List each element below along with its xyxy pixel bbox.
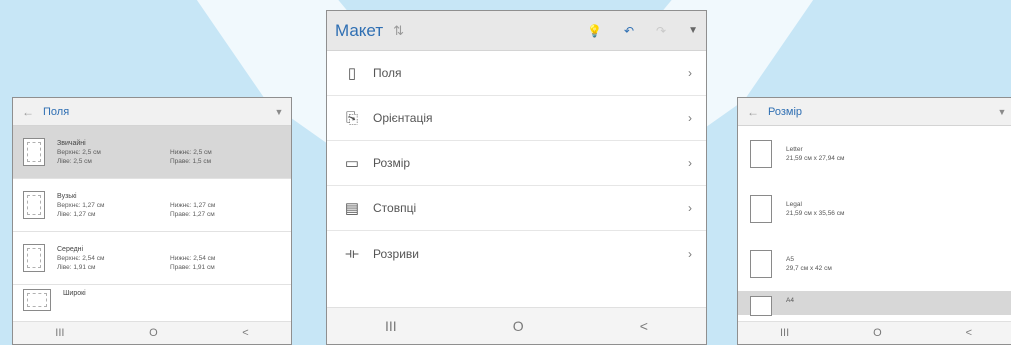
android-nav-bar: III O < [738,321,1011,344]
back-button[interactable]: < [242,327,248,339]
margin-option-moderate[interactable]: Середні Верхнє: 2,54 см Ліве: 1,91 см Ни… [13,232,291,285]
margin-preview-icon [23,138,45,166]
home-button[interactable]: O [149,327,158,339]
page-size-preview-icon [750,194,772,223]
menu-item-label: Стовпці [373,201,417,215]
margin-right: Праве: 1,27 см [170,210,215,218]
margin-option-normal[interactable]: Звичайні Верхнє: 2,5 см Ліве: 2,5 см Ниж… [13,126,291,179]
swap-icon[interactable]: ⇅ [393,23,404,39]
size-header: ← Розмір ▼ [738,98,1011,126]
size-name: A4 [786,297,794,304]
margin-name: Звичайні [57,139,86,147]
page-size-preview-icon [750,249,772,278]
margin-top: Верхнє: 1,27 см [57,201,105,209]
android-nav-bar: III O < [327,307,706,344]
margin-preview-icon [23,289,51,311]
chevron-right-icon: › [688,156,692,170]
layout-header: Макет ⇅ 💡 ↶ ↷ ▼ [327,11,706,51]
orientation-icon: ⎘ [345,109,358,127]
android-nav-bar: III O < [13,321,291,344]
chevron-right-icon: › [688,246,692,261]
chevron-down-icon[interactable]: ▼ [267,107,291,117]
menu-item-label: Поля [373,66,402,80]
margin-left: Ліве: 2,5 см [57,157,92,165]
page-size-icon: ▭ [344,155,360,172]
margins-icon: ▯ [347,65,357,82]
recent-apps-button[interactable]: III [780,327,789,339]
margin-bottom: Нижнє: 1,27 см [170,201,216,209]
margin-name: Широкі [63,290,86,297]
margin-left: Ліве: 1,27 см [57,210,96,218]
margin-preview-icon [23,191,45,219]
menu-item-breaks[interactable]: ⟛ Розриви › [327,231,706,276]
home-button[interactable]: O [873,327,882,339]
layout-title: Макет [335,20,384,40]
margin-top: Верхнє: 2,54 см [57,254,105,262]
margin-preview-icon [23,244,45,272]
page-size-preview-icon [750,139,772,168]
margin-right: Праве: 1,91 см [170,263,215,271]
margin-name: Середні [57,245,84,253]
size-panel: ← Розмір ▼ Letter 21,59 см x 27,94 см Le… [737,97,1011,345]
size-title: Розмір [768,105,803,118]
back-button[interactable]: < [640,318,648,334]
chevron-right-icon: › [688,201,692,215]
margins-header: ← Поля ▼ [13,98,291,126]
menu-item-size[interactable]: ▭ Розмір › [327,141,706,186]
size-name: Legal [786,200,802,208]
size-option-legal[interactable]: Legal 21,59 см x 35,56 см [738,181,1011,236]
undo-icon[interactable]: ↶ [624,24,634,38]
breaks-icon: ⟛ [345,245,359,262]
menu-item-label: Орієнтація [373,111,433,125]
size-option-a4[interactable]: A4 [738,291,1011,316]
margin-top: Верхнє: 2,5 см [57,148,101,156]
size-name: Letter [786,145,803,153]
size-option-a5[interactable]: A5 29,7 см x 42 см [738,236,1011,291]
back-arrow-icon[interactable]: ← [13,105,43,119]
size-dimensions: 29,7 см x 42 см [786,264,832,272]
margin-right: Праве: 1,5 см [170,157,212,165]
recent-apps-button[interactable]: III [385,318,397,334]
size-name: A5 [786,255,794,263]
margins-title: Поля [43,105,70,118]
back-button[interactable]: < [966,327,972,339]
columns-icon: ▤ [344,200,360,217]
chevron-down-icon[interactable]: ▼ [688,25,698,36]
lightbulb-icon[interactable]: 💡 [587,24,602,38]
menu-item-label: Розмір [373,156,411,170]
margin-option-wide[interactable]: Широкі [13,285,291,313]
menu-item-orientation[interactable]: ⎘ Орієнтація › [327,96,706,141]
chevron-down-icon[interactable]: ▼ [990,107,1011,117]
margins-panel: ← Поля ▼ Звичайні Верхнє: 2,5 см Ліве: 2… [12,97,292,345]
margin-name: Вузькі [57,192,77,200]
menu-item-label: Розриви [373,246,419,261]
menu-item-columns[interactable]: ▤ Стовпці › [327,186,706,231]
home-button[interactable]: O [513,318,524,334]
chevron-right-icon: › [688,66,692,80]
size-dimensions: 21,59 см x 35,56 см [786,209,845,217]
size-option-letter[interactable]: Letter 21,59 см x 27,94 см [738,126,1011,181]
margin-bottom: Нижнє: 2,5 см [170,148,212,156]
page-size-preview-icon [750,296,772,316]
margin-bottom: Нижнє: 2,54 см [170,254,216,262]
layout-panel: Макет ⇅ 💡 ↶ ↷ ▼ ▯ Поля › ⎘ Орієнтація › … [326,10,707,345]
chevron-right-icon: › [688,111,692,125]
redo-icon[interactable]: ↷ [656,24,666,38]
margin-option-narrow[interactable]: Вузькі Верхнє: 1,27 см Ліве: 1,27 см Ниж… [13,179,291,232]
margin-left: Ліве: 1,91 см [57,263,96,271]
size-dimensions: 21,59 см x 27,94 см [786,154,845,162]
menu-item-margins[interactable]: ▯ Поля › [327,51,706,96]
back-arrow-icon[interactable]: ← [738,105,768,119]
recent-apps-button[interactable]: III [55,327,64,339]
